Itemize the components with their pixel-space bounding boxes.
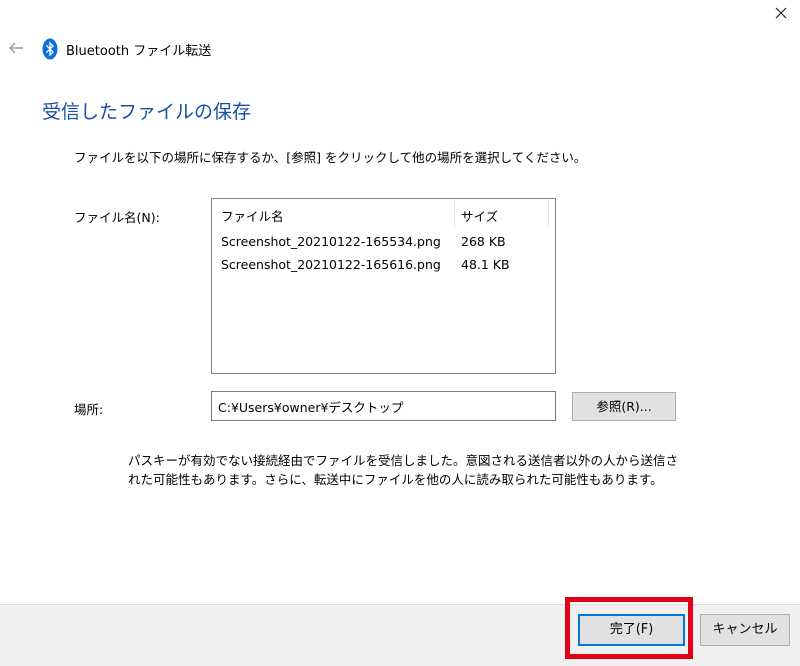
location-label: 場所: [74, 402, 104, 417]
browse-button[interactable]: 参照(R)... [572, 392, 676, 421]
instruction-text: ファイルを以下の場所に保存するか、[参照] をクリックして他の場所を選択してくだ… [74, 150, 587, 165]
security-warning: パスキーが有効でない接続経由でファイルを受信しました。意図される送信者以外の人か… [128, 451, 698, 489]
filename-label: ファイル名(N): [74, 210, 160, 225]
file-name: Screenshot_20210122-165534.png [221, 234, 441, 249]
warning-line: パスキーが有効でない接続経由でファイルを受信しました。意図される送信者以外の人か… [128, 453, 679, 468]
file-size: 268 KB [461, 234, 506, 249]
file-name: Screenshot_20210122-165616.png [221, 257, 441, 272]
file-list[interactable]: ファイル名 サイズ Screenshot_20210122-165534.png… [211, 198, 556, 374]
back-arrow-icon[interactable] [6, 38, 26, 58]
window-title: Bluetooth ファイル転送 [66, 44, 212, 59]
warning-line: れた可能性もあります。さらに、転送中にファイルを他の人に読み取られた可能性もあり… [128, 472, 663, 487]
cancel-button[interactable]: キャンセル [700, 614, 790, 646]
column-header-filename[interactable]: ファイル名 [221, 206, 284, 225]
page-title: 受信したファイルの保存 [42, 101, 252, 123]
column-divider [548, 201, 549, 227]
file-row[interactable]: Screenshot_20210122-165616.png 48.1 KB [212, 257, 555, 277]
column-divider [454, 201, 455, 227]
highlight-box [565, 597, 693, 659]
file-size: 48.1 KB [461, 257, 510, 272]
file-row[interactable]: Screenshot_20210122-165534.png 268 KB [212, 234, 555, 254]
location-input[interactable]: C:¥Users¥owner¥デスクトップ [211, 391, 556, 421]
bluetooth-icon [42, 38, 58, 60]
close-icon[interactable] [770, 2, 792, 24]
column-header-size[interactable]: サイズ [461, 206, 498, 225]
